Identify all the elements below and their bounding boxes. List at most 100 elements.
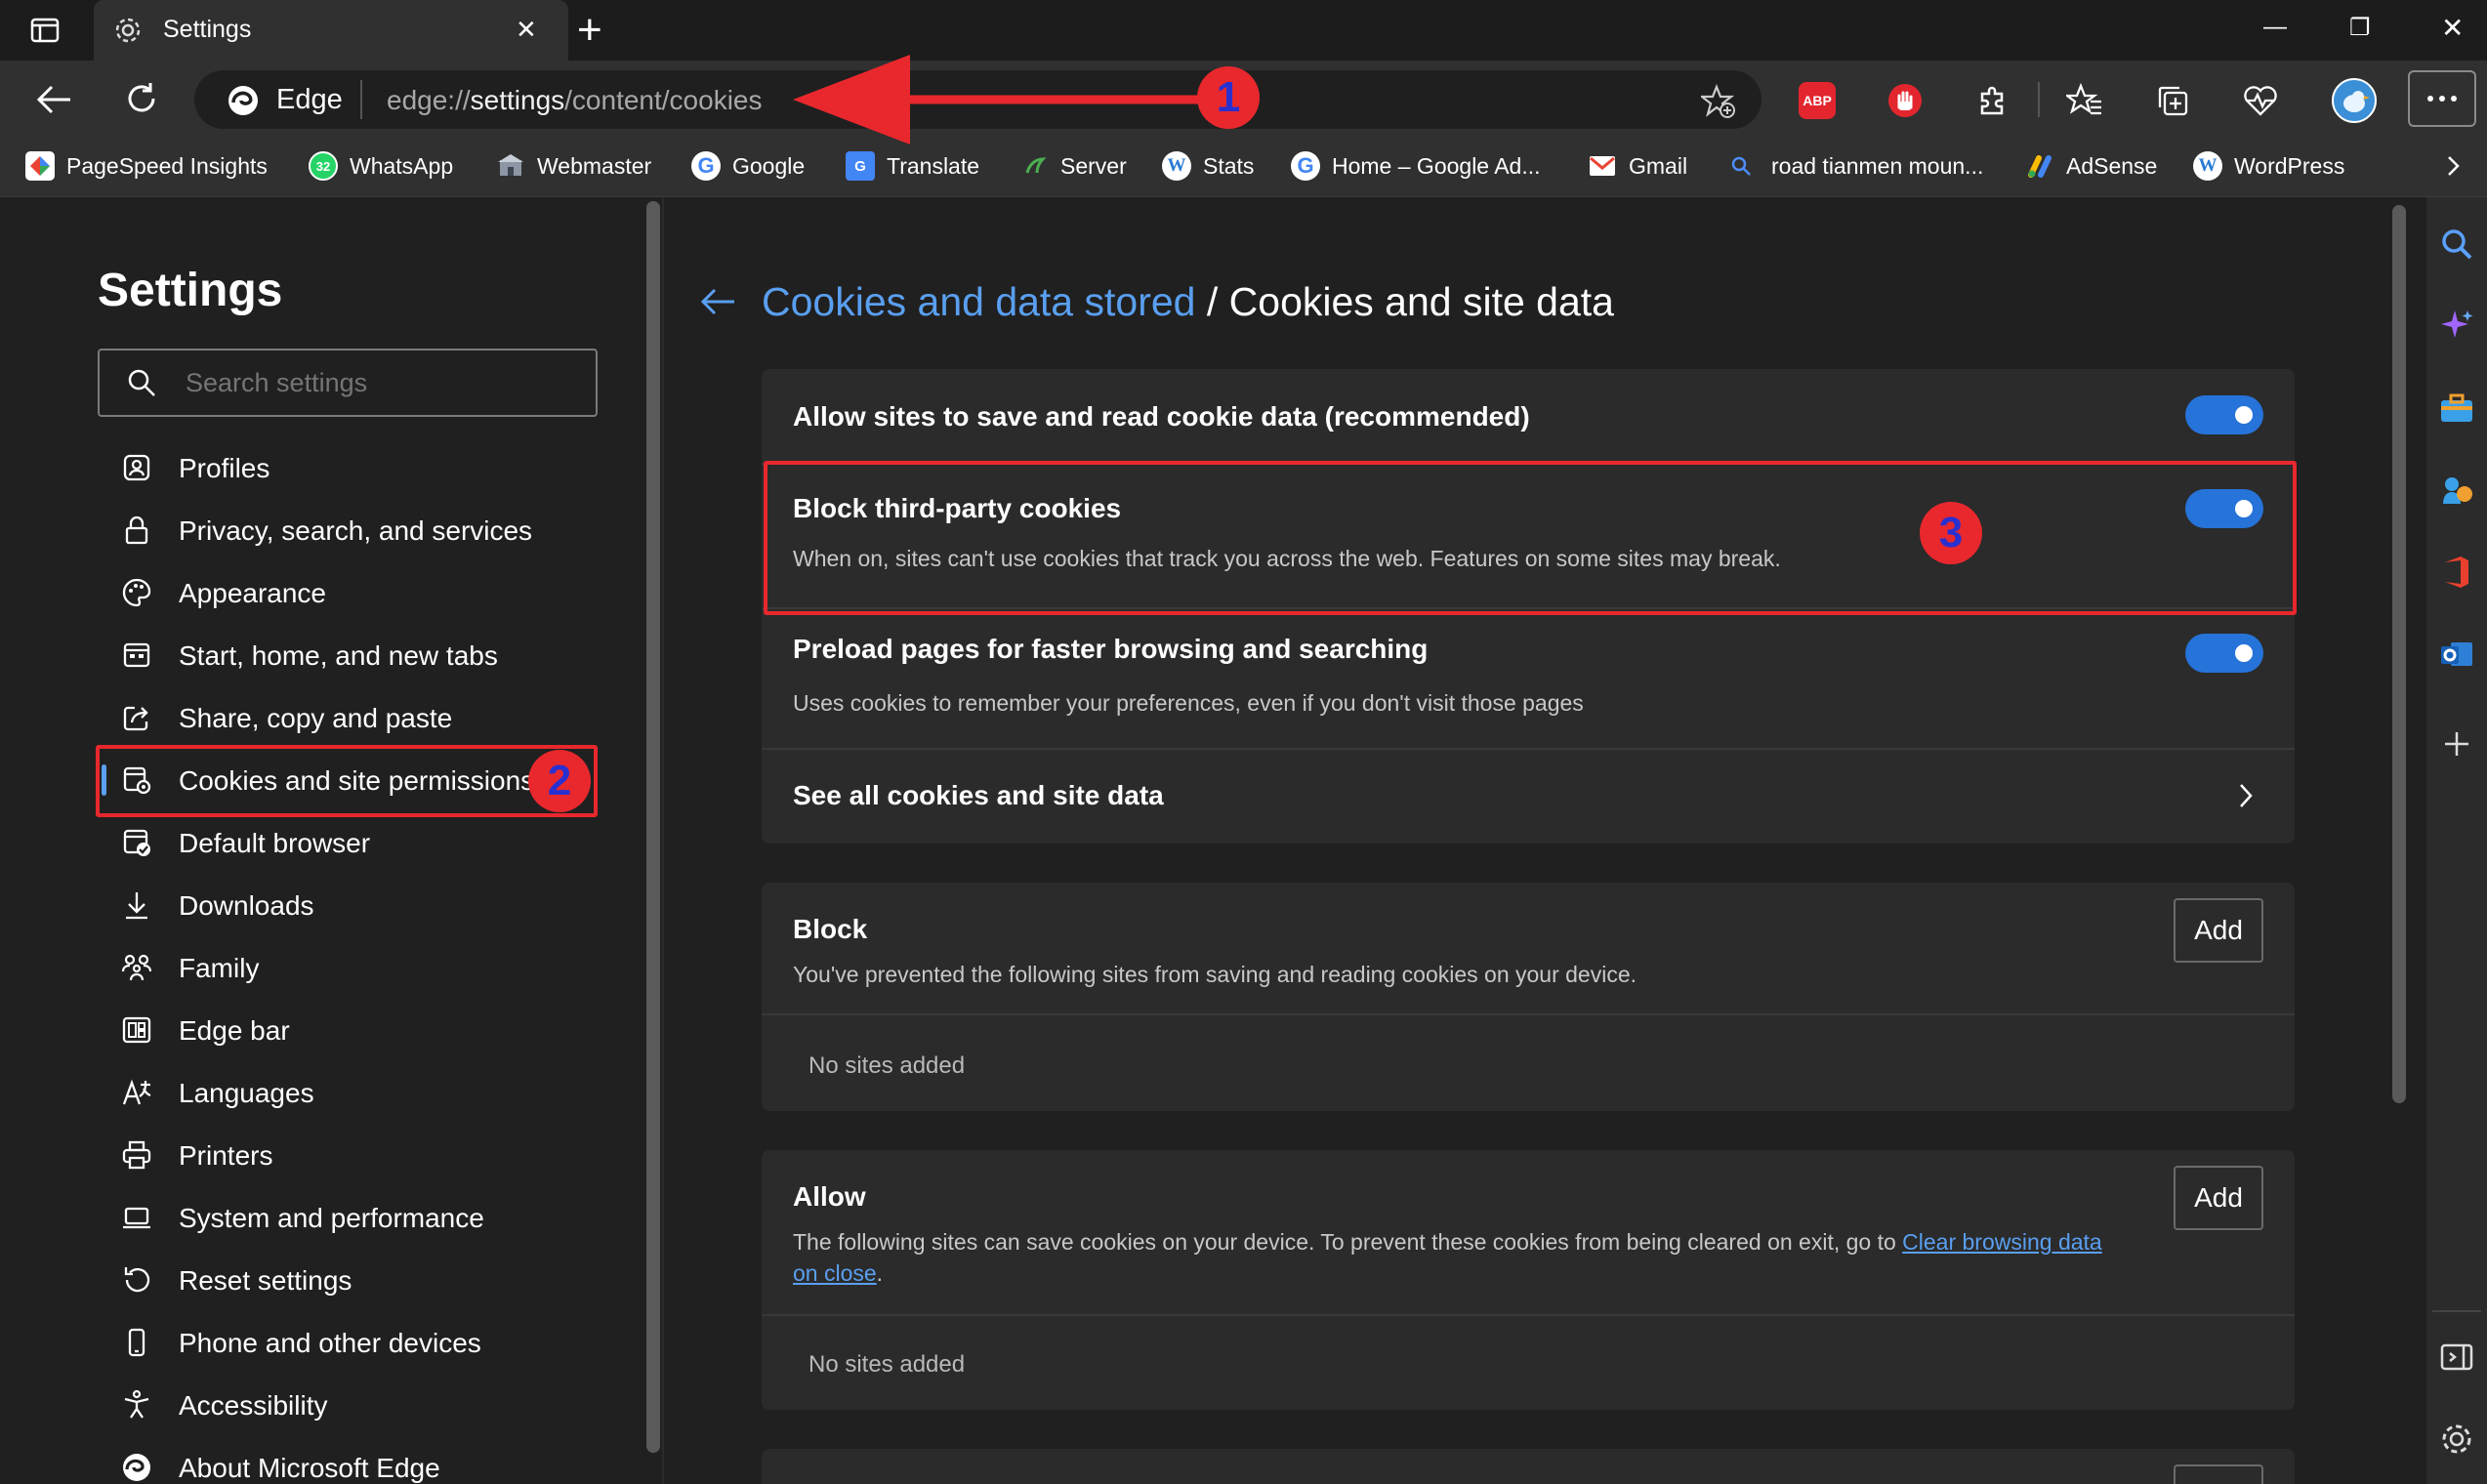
favorite-whatsapp[interactable]: 32 WhatsApp [309,146,453,186]
sidebar-item-phone-devices[interactable]: Phone and other devices [98,1315,596,1370]
toggle-knob [2235,406,2253,424]
profile-avatar[interactable] [2332,78,2377,123]
allow-section-card: Allow The following sites can save cooki… [762,1150,2295,1410]
minimize-button[interactable]: — [2263,14,2287,41]
edge-sidebar-divider [2432,1310,2481,1312]
back-arrow-icon[interactable] [699,285,738,318]
sidebar-item-reset-settings[interactable]: Reset settings [98,1253,596,1307]
sidebar-item-family[interactable]: Family [98,940,596,995]
setting-allow-cookies: Allow sites to save and read cookie data… [762,369,2295,463]
tab-actions-icon[interactable] [29,15,61,46]
pane-divider [662,197,664,1484]
favorite-server[interactable]: Server [1019,146,1127,186]
favorites-icon[interactable] [2066,82,2103,119]
favorite-adsense[interactable]: AdSense [2025,146,2157,186]
annotation-badge-2: 2 [528,750,591,812]
restore-button[interactable]: ❐ [2349,14,2371,42]
site-identity-label[interactable]: Edge [276,84,343,116]
sidebar-item-start-home[interactable]: Start, home, and new tabs [98,628,596,682]
on-close-link[interactable]: on close [793,1260,877,1286]
default-browser-icon [121,827,152,858]
search-icon[interactable] [2437,225,2476,264]
office-icon[interactable] [2437,553,2476,592]
sidebar-item-privacy[interactable]: Privacy, search, and services [98,503,596,557]
sidebar-item-about-edge[interactable]: About Microsoft Edge [98,1440,596,1484]
reset-icon [121,1264,152,1296]
sidebar-item-label: About Microsoft Edge [179,1453,440,1483]
adsense-icon [2025,151,2054,181]
collections-icon[interactable] [2154,82,2191,119]
hide-sidebar-icon[interactable] [2437,1338,2476,1377]
download-icon [121,889,152,921]
add-button-partial[interactable] [2174,1464,2263,1484]
breadcrumb-parent-link[interactable]: Cookies and data stored [762,279,1195,324]
new-tab-button[interactable]: + [577,6,602,55]
sidebar-scrollbar[interactable] [646,201,660,1453]
extensions-icon[interactable] [1974,82,2011,119]
outlook-icon[interactable] [2437,635,2476,674]
sidebar-item-label: System and performance [179,1203,484,1233]
sidebar-item-appearance[interactable]: Appearance [98,565,596,620]
favorite-translate[interactable]: G Translate [846,146,979,186]
sidebar-item-profiles[interactable]: Profiles [98,440,596,495]
search-icon [126,367,157,398]
preload-toggle[interactable] [2185,634,2263,673]
tools-briefcase-icon[interactable] [2437,389,2476,428]
add-favorite-icon[interactable] [1701,84,1736,119]
allow-cookies-toggle[interactable] [2185,395,2263,434]
annotation-highlight-3 [764,461,2297,615]
annotation-highlight-2 [96,745,598,817]
annotation-badge-1: 1 [1197,66,1260,129]
family-icon [121,952,152,983]
browser-essentials-icon[interactable] [2242,82,2279,119]
block-add-button[interactable]: Add [2174,898,2263,963]
favorite-google-ads[interactable]: G Home – Google Ad... [1291,146,1541,186]
hand-stop-extension-icon[interactable] [1886,82,1924,119]
favorite-wordpress[interactable]: W WordPress [2193,146,2344,186]
annotation-arrow-1 [793,55,1223,146]
server-icon [1019,151,1049,181]
close-window-button[interactable]: ✕ [2441,12,2464,44]
clear-browsing-data-link[interactable]: Clear browsing data [1902,1229,2102,1255]
sidebar-item-printers[interactable]: Printers [98,1128,596,1182]
see-all-cookies-row[interactable]: See all cookies and site data [762,750,2295,844]
favorite-webmaster[interactable]: Webmaster [496,146,651,186]
main-scrollbar[interactable] [2392,205,2406,1103]
favorite-stats[interactable]: W Stats [1162,146,1254,186]
empty-state-text: No sites added [808,1351,966,1378]
start-icon [121,639,152,671]
sidebar-item-downloads[interactable]: Downloads [98,878,596,932]
tab-settings[interactable]: Settings ✕ [94,0,568,61]
url-text[interactable]: edge://settings/content/cookies [387,85,762,116]
favorite-road-tianmen[interactable]: road tianmen moun... [1726,146,1983,186]
favorite-gmail[interactable]: Gmail [1588,146,1687,186]
favorite-google[interactable]: G Google [691,146,805,186]
accessibility-icon [121,1389,152,1421]
games-icon[interactable] [2437,471,2476,510]
settings-and-more-button[interactable] [2408,70,2476,127]
section-title: Block [793,914,868,944]
sidebar-item-system-performance[interactable]: System and performance [98,1190,596,1245]
tab-close-icon[interactable]: ✕ [516,15,537,45]
favorite-label: AdSense [2066,152,2158,179]
favorite-label: Gmail [1629,152,1688,179]
sidebar-item-default-browser[interactable]: Default browser [98,815,596,870]
edge-logo-icon [227,84,260,117]
refresh-button[interactable] [123,80,160,117]
section-description: You've prevented the following sites fro… [793,962,1637,987]
sidebar-item-languages[interactable]: Languages [98,1065,596,1120]
sidebar-item-edge-bar[interactable]: Edge bar [98,1003,596,1057]
laptop-icon [121,1202,152,1233]
adblock-plus-icon[interactable]: ABP [1799,82,1836,119]
sidebar-settings-gear-icon[interactable] [2437,1420,2476,1459]
sidebar-item-accessibility[interactable]: Accessibility [98,1378,596,1432]
favorite-pagespeed[interactable]: PageSpeed Insights [25,146,268,186]
allow-add-button[interactable]: Add [2174,1166,2263,1230]
copilot-sparkle-icon[interactable] [2437,307,2476,346]
add-icon[interactable] [2437,724,2476,763]
settings-heading: Settings [98,265,283,316]
back-button[interactable] [35,82,74,117]
search-settings-input[interactable] [186,363,576,402]
sidebar-item-share-copy-paste[interactable]: Share, copy and paste [98,690,596,745]
chevron-right-icon[interactable] [2439,152,2466,180]
